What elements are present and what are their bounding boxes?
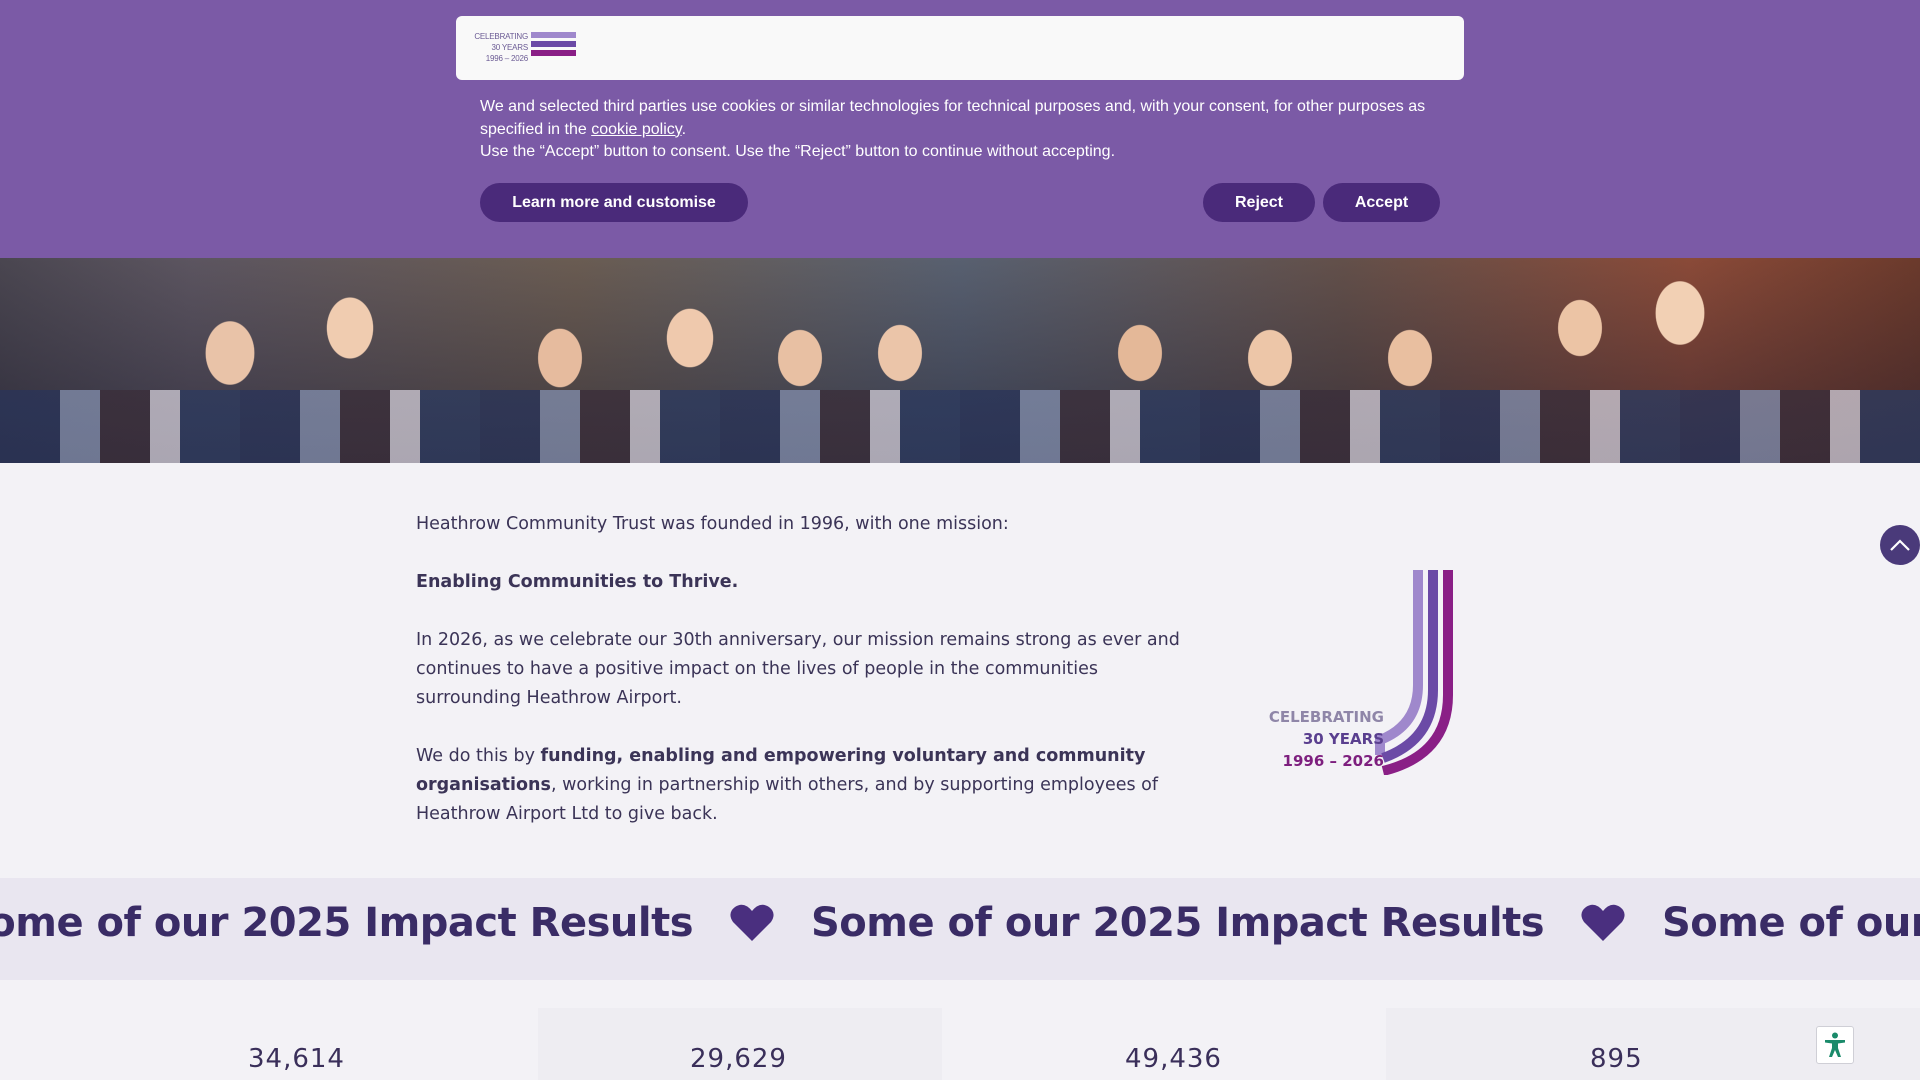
stat-value: 29,629 xyxy=(690,1044,787,1074)
anniversary-logo-line: CELEBRATING xyxy=(1268,708,1384,726)
reject-button[interactable]: Reject xyxy=(1203,183,1315,222)
stat-value: 49,436 xyxy=(1125,1044,1222,1074)
marquee-item: Some of our 2025 Impact Results xyxy=(1662,900,1920,946)
scroll-to-top-button[interactable] xyxy=(1880,525,1920,565)
stat-card: 49,436 xyxy=(942,1008,1386,1080)
heart-icon xyxy=(730,904,774,941)
stat-card: 29,629 xyxy=(538,1008,942,1080)
cookie-banner-header: CELEBRATING 30 YEARS 1996 – 2026 xyxy=(456,16,1464,80)
anniversary-logo: CELEBRATING 30 YEARS 1996 – 2026 xyxy=(1265,565,1490,776)
intro-line: Heathrow Community Trust was founded in … xyxy=(416,514,1009,534)
accept-button[interactable]: Accept xyxy=(1323,183,1440,222)
logo-bars-icon xyxy=(531,32,576,59)
heart-icon xyxy=(1581,904,1625,941)
stat-card: 34,614 xyxy=(0,1008,538,1080)
accessibility-button[interactable] xyxy=(1816,1026,1854,1064)
approach-paragraph: We do this by funding, enabling and empo… xyxy=(416,742,1206,829)
marquee-item: Some of our 2025 Impact Results xyxy=(0,900,694,946)
cookie-banner: CELEBRATING 30 YEARS 1996 – 2026 We and … xyxy=(0,0,1920,258)
mission-statement: Enabling Communities to Thrive. xyxy=(416,572,739,592)
anniversary-paragraph: In 2026, as we celebrate our 30th annive… xyxy=(416,630,1180,708)
cookie-message-line-2: Use the “Accept” button to consent. Use … xyxy=(480,143,1116,160)
anniversary-logo-line: 1996 – 2026 xyxy=(1282,752,1384,770)
logo-text-line: CELEBRATING xyxy=(474,32,528,41)
accessibility-icon xyxy=(1825,1032,1845,1057)
approach-text-start: We do this by xyxy=(416,746,541,766)
impact-stats: 34,614 29,629 49,436 895 xyxy=(0,980,1920,1080)
anniversary-logo-line: 30 YEARS xyxy=(1302,730,1384,748)
impact-results-marquee: Some of our 2025 Impact Results Some of … xyxy=(0,878,1920,980)
celebrating-30-years-logo: CELEBRATING 30 YEARS 1996 – 2026 xyxy=(472,30,582,66)
anniversary-logo-text: CELEBRATING 30 YEARS 1996 – 2026 xyxy=(1269,706,1384,772)
logo-text: CELEBRATING 30 YEARS 1996 – 2026 xyxy=(472,31,528,64)
chevron-up-icon xyxy=(1890,539,1910,551)
logo-text-line: 30 YEARS xyxy=(491,43,529,52)
cookie-message-line-1: We and selected third parties use cookie… xyxy=(480,96,1440,141)
marquee-item: Some of our 2025 Impact Results xyxy=(811,900,1545,946)
learn-more-button[interactable]: Learn more and customise xyxy=(480,183,748,222)
cookie-message-period: . xyxy=(681,120,687,138)
cookie-policy-link[interactable]: cookie policy xyxy=(591,121,681,138)
intro-text: Heathrow Community Trust was founded in … xyxy=(416,510,1206,858)
cookie-message: We and selected third parties use cookie… xyxy=(480,96,1440,164)
hero-photo-foreground xyxy=(0,390,1920,463)
stat-value: 895 xyxy=(1590,1044,1643,1074)
logo-text-line: 1996 – 2026 xyxy=(485,54,528,63)
marquee-track: Some of our 2025 Impact Results Some of … xyxy=(0,900,1920,946)
stat-value: 34,614 xyxy=(248,1044,345,1074)
